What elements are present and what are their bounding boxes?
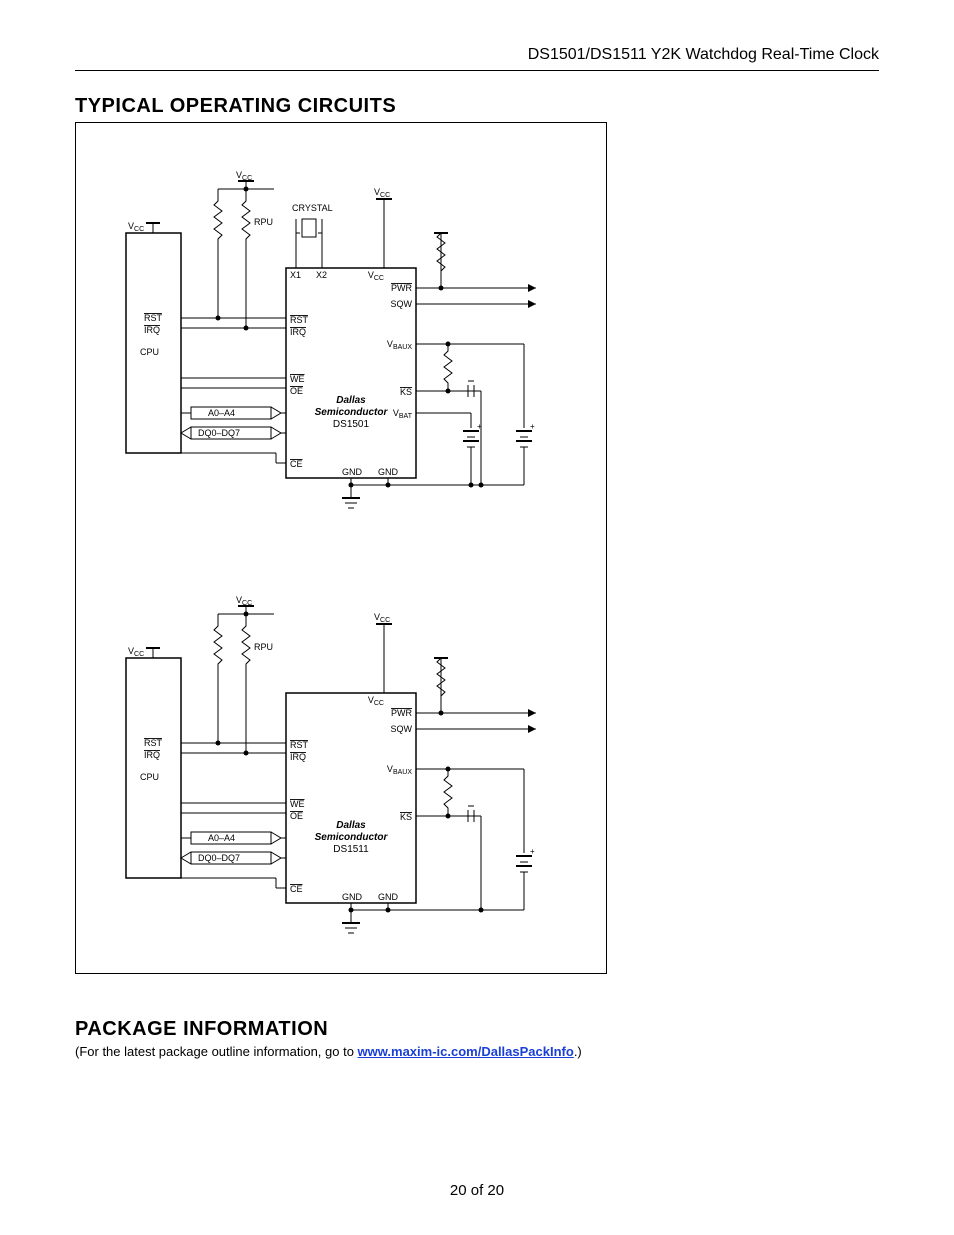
- header-title: DS1501/DS1511 Y2K Watchdog Real-Time Clo…: [528, 46, 879, 64]
- resistor-rpu2: [242, 189, 250, 328]
- lbl-vcc-right: VCC: [374, 187, 390, 199]
- lbl-dq2: DQ0–DQ7: [198, 853, 240, 863]
- lbl-dallas1: Dallas: [336, 395, 366, 406]
- lbl-we: WE: [290, 374, 305, 384]
- lbl-rpu2: RPU: [254, 642, 273, 652]
- switch-ks: [468, 381, 474, 397]
- svg-text:+: +: [530, 847, 535, 856]
- lbl-gnd2b: GND: [378, 892, 399, 902]
- lbl-crystal: CRYSTAL: [292, 203, 333, 213]
- lbl-vcc-chip: VCC: [368, 270, 384, 282]
- lbl-rst-left: RST: [144, 313, 163, 323]
- lbl-ce2: CE: [290, 884, 303, 894]
- lbl-irq-r: IRQ: [290, 327, 306, 337]
- package-link[interactable]: www.maxim-ic.com/DallasPackInfo: [358, 1044, 574, 1059]
- svg-text:+: +: [477, 422, 482, 431]
- lbl-rst-r2: RST: [290, 740, 309, 750]
- lbl-we2: WE: [290, 799, 305, 809]
- lbl-part-bot: DS1511: [333, 844, 369, 855]
- section-title-typical: TYPICAL OPERATING CIRCUITS: [75, 95, 396, 118]
- package-note: (For the latest package outline informat…: [75, 1044, 582, 1059]
- lbl-oe2: OE: [290, 811, 303, 821]
- lbl-irq-left: IRQ: [144, 325, 160, 335]
- lbl-rst-left2: RST: [144, 738, 163, 748]
- pkg-note-suffix: .): [574, 1044, 582, 1059]
- lbl-part-top: DS1501: [333, 419, 370, 430]
- battery-vbaux: +: [516, 422, 535, 447]
- circuit-ds1511: RST IRQ CPU VCC VCC RPU: [76, 548, 606, 973]
- lbl-sqw: SQW: [391, 299, 413, 309]
- lbl-x2: X2: [316, 270, 327, 280]
- lbl-cpu: CPU: [140, 347, 159, 357]
- lbl-dallas2: Semiconductor: [315, 407, 389, 418]
- lbl-sqw2: SQW: [391, 724, 413, 734]
- lbl-pwr: PWR: [391, 283, 412, 293]
- crystal-symbol: [296, 219, 322, 268]
- lbl-dallas1b: Dallas: [336, 820, 366, 831]
- lbl-vcc-right2: VCC: [374, 612, 390, 624]
- resistor-pwr: [434, 233, 448, 288]
- lbl-irq-r2: IRQ: [290, 752, 306, 762]
- lbl-vcc-left: VCC: [128, 221, 144, 233]
- lbl-gnd2: GND: [378, 467, 399, 477]
- lbl-dq: DQ0–DQ7: [198, 428, 240, 438]
- header-rule: [75, 70, 879, 71]
- lbl-pwr2: PWR: [391, 708, 412, 718]
- lbl-irq-left2: IRQ: [144, 750, 160, 760]
- lbl-ks: KS: [400, 387, 412, 397]
- lbl-vbat: VBAT: [393, 408, 413, 420]
- lbl-ks2: KS: [400, 812, 412, 822]
- lbl-rst-r: RST: [290, 315, 309, 325]
- circuit-ds1501: RST IRQ CPU VCC VCC RPU: [76, 123, 606, 548]
- lbl-cpu2: CPU: [140, 772, 159, 782]
- pkg-note-prefix: (For the latest package outline informat…: [75, 1044, 358, 1059]
- lbl-vbaux: VBAUX: [387, 339, 412, 351]
- lbl-a: A0–A4: [208, 408, 235, 418]
- svg-text:+: +: [530, 422, 535, 431]
- lbl-vbaux2: VBAUX: [387, 764, 412, 776]
- lbl-gnd1: GND: [342, 467, 363, 477]
- page-footer: 20 of 20: [0, 1182, 954, 1199]
- lbl-dallas2b: Semiconductor: [315, 832, 389, 843]
- lbl-vcc-chip2: VCC: [368, 695, 384, 707]
- lbl-x1: X1: [290, 270, 301, 280]
- battery-vbat: +: [463, 422, 482, 447]
- lbl-gnd1b: GND: [342, 892, 363, 902]
- lbl-rpu: RPU: [254, 217, 273, 227]
- resistor-vbaux: [444, 344, 452, 391]
- circuits-figure: RST IRQ CPU VCC VCC RPU: [75, 122, 607, 974]
- lbl-ce: CE: [290, 459, 303, 469]
- lbl-a2: A0–A4: [208, 833, 235, 843]
- resistor-rpu1: [214, 189, 222, 318]
- section-title-package: PACKAGE INFORMATION: [75, 1018, 328, 1041]
- lbl-vcc-left2: VCC: [128, 646, 144, 658]
- lbl-oe: OE: [290, 386, 303, 396]
